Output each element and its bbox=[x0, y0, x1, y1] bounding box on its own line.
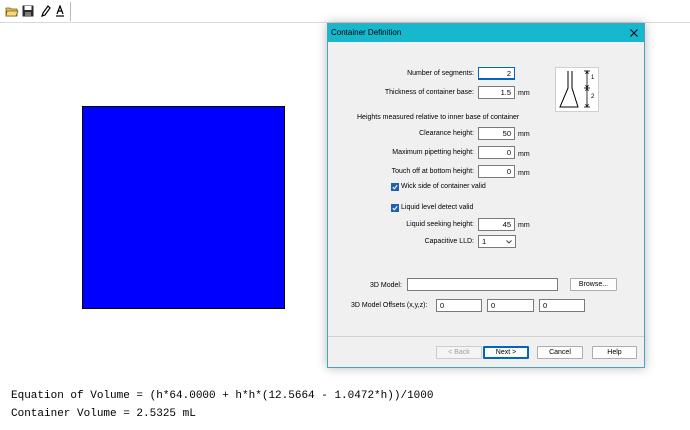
close-icon bbox=[630, 29, 638, 37]
clearance-input[interactable]: 50 bbox=[478, 127, 515, 140]
container-definition-dialog: Container Definition 1 2 Number of segme… bbox=[327, 23, 645, 368]
wick-side-checkbox[interactable] bbox=[391, 183, 399, 191]
max-pipetting-unit: mm bbox=[518, 151, 530, 158]
toolbar bbox=[0, 0, 690, 23]
heights-note: Heights measured relative to inner base … bbox=[357, 114, 520, 121]
container-volume-text: Container Volume = 2.5325 mL bbox=[11, 408, 196, 420]
segments-input[interactable]: 2 bbox=[478, 67, 515, 80]
segments-label: Number of segments: bbox=[407, 70, 474, 77]
cancel-button[interactable]: Cancel bbox=[537, 346, 583, 359]
diagram-label-1: 1 bbox=[591, 75, 595, 81]
model-3d-label: 3D Model: bbox=[370, 282, 402, 289]
capacitive-lld-select[interactable]: 1 bbox=[478, 235, 516, 248]
close-button[interactable] bbox=[628, 27, 640, 39]
segment-diagram: 1 2 bbox=[555, 67, 599, 112]
button-divider bbox=[328, 336, 644, 337]
font-icon[interactable] bbox=[52, 3, 68, 19]
offsets-label: 3D Model Offsets (x,y,z): bbox=[351, 302, 428, 309]
volume-equation-text: Equation of Volume = (h*64.0000 + h*h*(1… bbox=[11, 390, 434, 402]
help-button[interactable]: Help bbox=[592, 346, 637, 359]
thickness-input[interactable]: 1.5 bbox=[478, 86, 515, 99]
dialog-title: Container Definition bbox=[331, 28, 402, 37]
open-folder-icon[interactable] bbox=[4, 3, 20, 19]
container-shape-preview bbox=[82, 106, 285, 309]
save-icon[interactable] bbox=[20, 3, 36, 19]
back-button[interactable]: < Back bbox=[436, 346, 482, 359]
checkmark-icon bbox=[392, 205, 398, 211]
clearance-unit: mm bbox=[518, 131, 530, 138]
thickness-label: Thickness of container base: bbox=[384, 89, 474, 96]
liquid-seeking-input[interactable]: 45 bbox=[478, 218, 515, 231]
browse-button[interactable]: Browse... bbox=[570, 278, 617, 291]
diagram-label-2: 2 bbox=[591, 94, 595, 100]
offset-y-input[interactable]: 0 bbox=[487, 299, 534, 312]
liquid-seeking-label: Liquid seeking height: bbox=[406, 221, 474, 228]
clearance-label: Clearance height: bbox=[419, 130, 474, 137]
lld-valid-checkbox[interactable] bbox=[391, 204, 399, 212]
lld-valid-label: Liquid level detect valid bbox=[401, 204, 474, 211]
next-button[interactable]: Next > bbox=[483, 346, 529, 359]
checkmark-icon bbox=[392, 184, 398, 190]
toolbar-separator bbox=[70, 2, 71, 21]
wick-side-label: Wick side of container valid bbox=[401, 183, 486, 190]
liquid-seeking-unit: mm bbox=[518, 222, 530, 229]
max-pipetting-label: Maximum pipetting height: bbox=[392, 149, 474, 156]
chevron-down-icon bbox=[506, 240, 512, 244]
touch-off-label: Touch off at bottom height: bbox=[391, 168, 474, 175]
capacitive-lld-label: Capacitive LLD: bbox=[424, 238, 474, 245]
touch-off-input[interactable]: 0 bbox=[478, 165, 515, 178]
thickness-unit: mm bbox=[518, 90, 530, 97]
offset-z-input[interactable]: 0 bbox=[539, 299, 585, 312]
model-3d-input[interactable] bbox=[407, 278, 558, 291]
max-pipetting-input[interactable]: 0 bbox=[478, 146, 515, 159]
dialog-titlebar[interactable]: Container Definition bbox=[328, 24, 644, 42]
offset-x-input[interactable]: 0 bbox=[436, 299, 482, 312]
touch-off-unit: mm bbox=[518, 170, 530, 177]
capacitive-lld-value: 1 bbox=[482, 237, 487, 246]
